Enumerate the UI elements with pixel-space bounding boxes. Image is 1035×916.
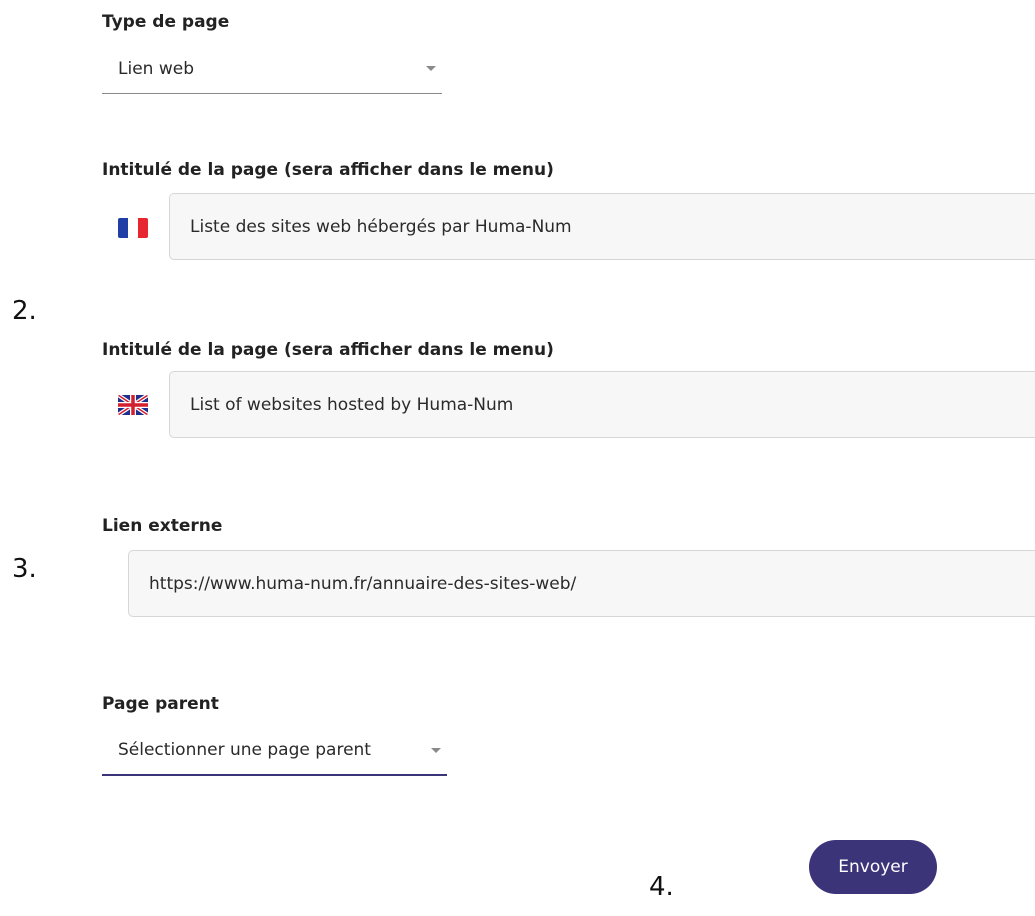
france-flag-icon [118,218,148,238]
title-en-value: List of websites hosted by Huma-Num [190,394,514,415]
title-en-label: Intitulé de la page (sera afficher dans … [102,340,554,360]
step-number-3: 3. [12,554,37,584]
external-link-value: https://www.huma-num.fr/annuaire-des-sit… [149,573,577,594]
title-fr-label: Intitulé de la page (sera afficher dans … [102,160,554,180]
chevron-down-icon [426,66,436,71]
parent-page-select[interactable]: Sélectionner une page parent [102,726,447,776]
page-type-select[interactable]: Lien web [102,44,442,94]
step-number-4: 4. [649,872,674,902]
step-number-2: 2. [12,296,37,326]
parent-page-label: Page parent [102,694,219,714]
external-link-input[interactable]: https://www.huma-num.fr/annuaire-des-sit… [128,550,1035,617]
page-type-label: Type de page [102,12,230,32]
external-link-label: Lien externe [102,516,223,536]
uk-flag-icon [118,395,148,415]
chevron-down-icon [431,747,441,753]
submit-button[interactable]: Envoyer [809,840,937,894]
page-type-value: Lien web [118,58,194,79]
title-en-input[interactable]: List of websites hosted by Huma-Num [169,371,1035,438]
parent-page-value: Sélectionner une page parent [118,740,371,760]
title-fr-input[interactable]: Liste des sites web hébergés par Huma-Nu… [169,193,1035,260]
title-fr-value: Liste des sites web hébergés par Huma-Nu… [190,216,572,237]
